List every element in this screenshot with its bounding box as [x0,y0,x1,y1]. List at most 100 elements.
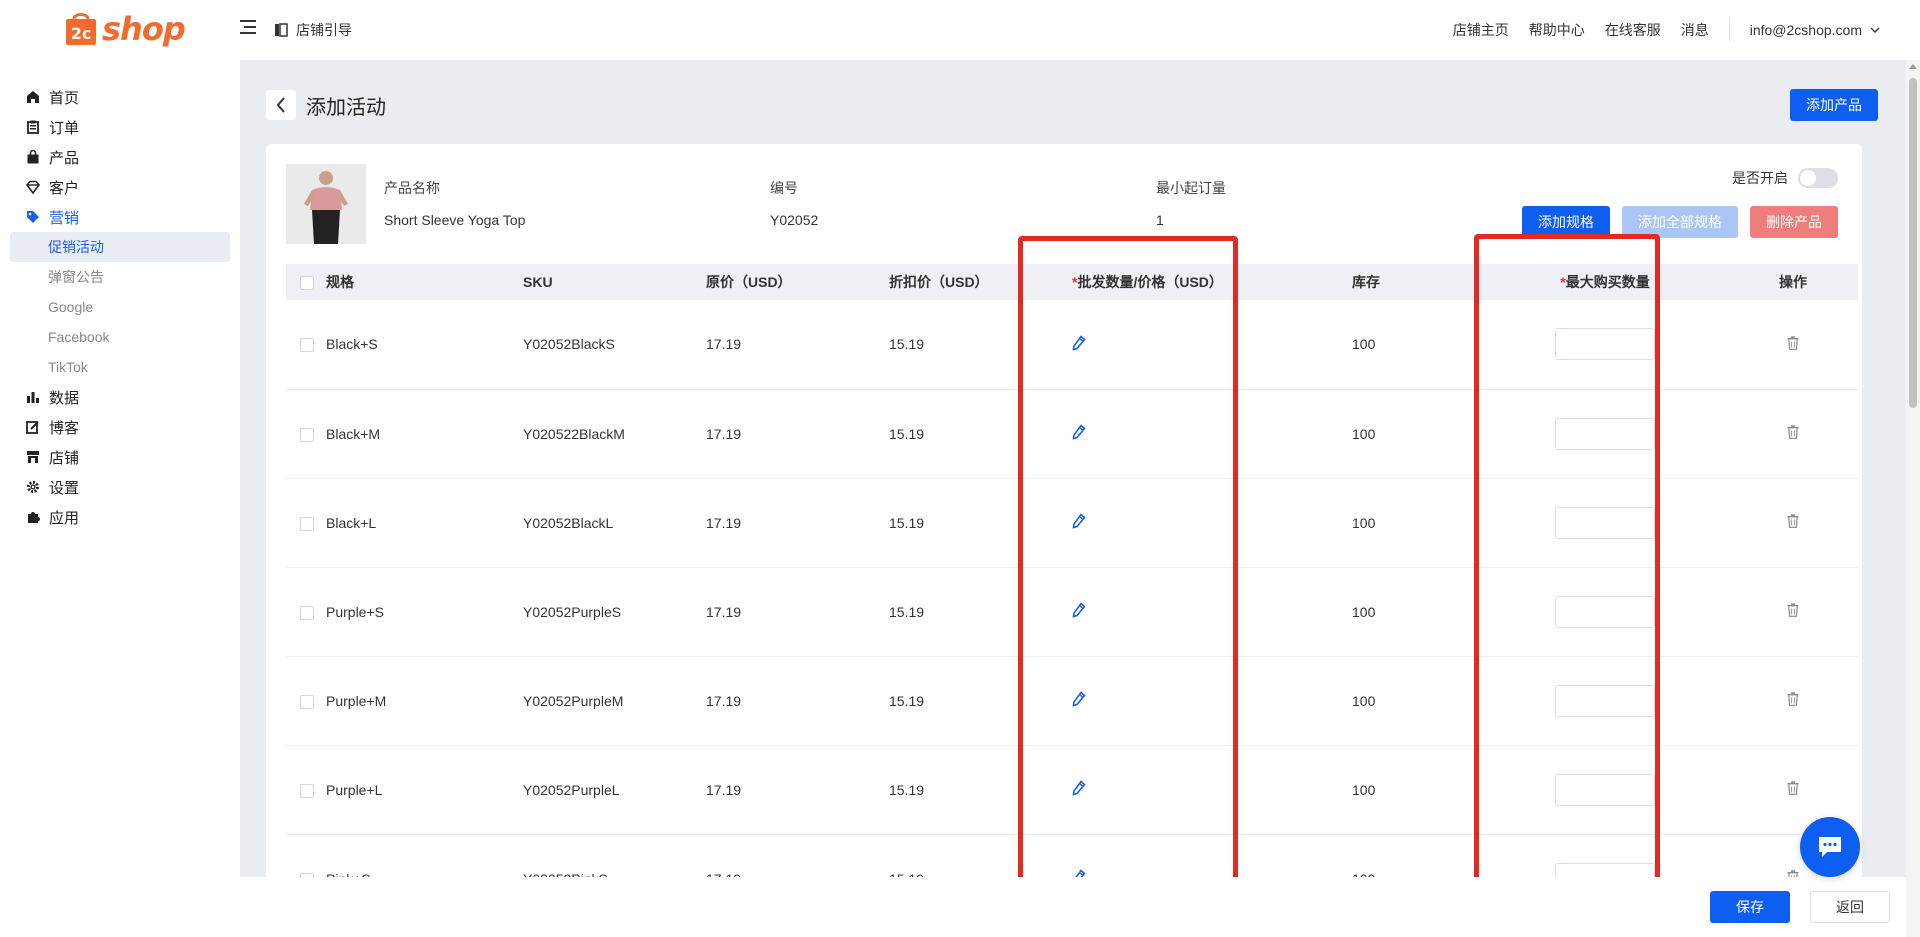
logo-mark-icon: 2c [66,13,96,45]
trash-icon[interactable] [1787,514,1799,528]
chevron-down-icon [1870,27,1880,33]
pencil-icon[interactable] [1072,602,1086,618]
max-qty-input[interactable] [1555,684,1655,717]
pencil-icon[interactable] [1072,424,1086,440]
row-checkbox[interactable] [300,605,314,620]
store-guide-label: 店铺引导 [296,22,352,38]
cell-discount-price: 15.19 [869,389,1052,479]
sidebar-item-label: 客户 [49,179,80,197]
user-email: info@2cshop.com [1749,22,1862,38]
trash-icon[interactable] [1787,603,1799,617]
cell-max-qty [1482,745,1728,835]
row-checkbox[interactable] [300,516,314,531]
cell-max-qty [1482,567,1728,657]
pencil-icon[interactable] [1072,691,1086,707]
sidebar-item-marketing[interactable]: 营销 [0,202,240,232]
trash-icon[interactable] [1787,781,1799,795]
cell-original-price: 17.19 [686,567,869,657]
store-icon [27,451,39,463]
max-qty-input[interactable] [1555,328,1655,361]
cell-sku: Y02052BlackL [503,478,686,568]
logo[interactable]: 2c shop [64,10,186,48]
sidebar-item-label: 数据 [49,389,80,407]
sidebar-item-home[interactable]: 首页 [0,82,240,112]
sidebar-item-settings[interactable]: 设置 [0,472,240,502]
back-button[interactable] [266,90,296,120]
max-qty-input[interactable] [1555,773,1655,806]
product-card: 产品名称 Short Sleeve Yoga Top 编号 Y02052 最小起… [266,144,1862,904]
help-center-link[interactable]: 帮助中心 [1529,20,1585,40]
book-icon [275,23,288,37]
max-qty-input[interactable] [1555,506,1655,539]
chat-button[interactable] [1800,817,1860,877]
row-select-cell [286,389,326,479]
select-all-checkbox[interactable] [300,276,314,291]
cell-ops [1728,478,1858,568]
max-qty-input[interactable] [1555,417,1655,450]
return-button[interactable]: 返回 [1810,891,1890,923]
page-scrollbar[interactable] [1906,60,1920,937]
trash-icon[interactable] [1787,336,1799,350]
sidebar-item-orders[interactable]: 订单 [0,112,240,142]
sidebar-sub-facebook[interactable]: Facebook [0,322,240,352]
store-home-link[interactable]: 店铺主页 [1453,20,1509,40]
cell-spec: Black+L [326,478,503,568]
row-checkbox[interactable] [300,783,314,798]
sidebar-item-products[interactable]: 产品 [0,142,240,172]
table-row: Black+L Y02052BlackL 17.19 15.19 100 [286,478,1858,568]
diamond-icon [26,180,40,194]
add-all-spec-button[interactable]: 添加全部规格 [1622,206,1738,238]
sidebar-item-blog[interactable]: 博客 [0,412,240,442]
col-ops: 操作 [1779,274,1807,290]
col-max-qty: *最大购买数量 [1482,264,1728,300]
sidebar-item-store[interactable]: 店铺 [0,442,240,472]
edit-icon [26,421,39,434]
product-code-value: Y02052 [770,212,819,228]
messages-link[interactable]: 消息 [1681,20,1709,40]
cell-sku: Y02052PurpleS [503,567,686,657]
menu-toggle-icon[interactable] [240,20,256,36]
sidebar-sub-tiktok[interactable]: TikTok [0,352,240,382]
enable-toggle[interactable] [1798,168,1838,188]
cell-wholesale [1052,389,1332,479]
enable-label: 是否开启 [1732,170,1788,186]
save-button[interactable]: 保存 [1710,891,1790,923]
scroll-up-arrow[interactable] [1909,64,1917,69]
row-checkbox[interactable] [300,694,314,709]
trash-icon[interactable] [1787,692,1799,706]
moq-label: 最小起订量 [1156,180,1226,196]
logo-text: shop [102,10,186,48]
scrollbar-thumb[interactable] [1909,78,1917,408]
sidebar-item-data[interactable]: 数据 [0,382,240,412]
add-product-button[interactable]: 添加产品 [1790,89,1878,121]
user-menu[interactable]: info@2cshop.com [1750,22,1880,38]
row-checkbox[interactable] [300,338,314,353]
max-qty-input[interactable] [1555,595,1655,628]
main-content: 添加活动 添加产品 产品名称 Short Sleeve Yoga Top 编号 … [240,60,1906,904]
sidebar-item-apps[interactable]: 应用 [0,502,240,532]
sidebar-sub-promotions[interactable]: 促销活动 [10,232,230,262]
cell-stock: 100 [1332,745,1482,835]
delete-product-button[interactable]: 删除产品 [1750,206,1838,238]
row-select-cell [286,656,326,746]
pencil-icon[interactable] [1072,335,1086,351]
sidebar-item-customers[interactable]: 客户 [0,172,240,202]
col-stock: 库存 [1352,274,1380,290]
pencil-icon[interactable] [1072,513,1086,529]
gear-icon [27,481,39,493]
cell-ops [1728,389,1858,479]
cell-stock: 100 [1332,567,1482,657]
pencil-icon[interactable] [1072,780,1086,796]
row-checkbox[interactable] [300,427,314,442]
sidebar-item-label: 首页 [49,89,80,107]
cell-spec: Purple+M [326,656,503,746]
cell-discount-price: 15.19 [869,300,1052,390]
sidebar-sub-google[interactable]: Google [0,292,240,322]
online-support-link[interactable]: 在线客服 [1605,20,1661,40]
store-guide-link[interactable]: 店铺引导 [274,20,352,40]
trash-icon[interactable] [1787,425,1799,439]
add-spec-button[interactable]: 添加规格 [1522,206,1610,238]
table-header-row: 规格 SKU 原价（USD） 折扣价（USD） *批发数量/价格（USD） 库存… [286,264,1858,300]
sidebar-item-label: 营销 [49,209,80,227]
sidebar-sub-popup[interactable]: 弹窗公告 [0,262,240,292]
